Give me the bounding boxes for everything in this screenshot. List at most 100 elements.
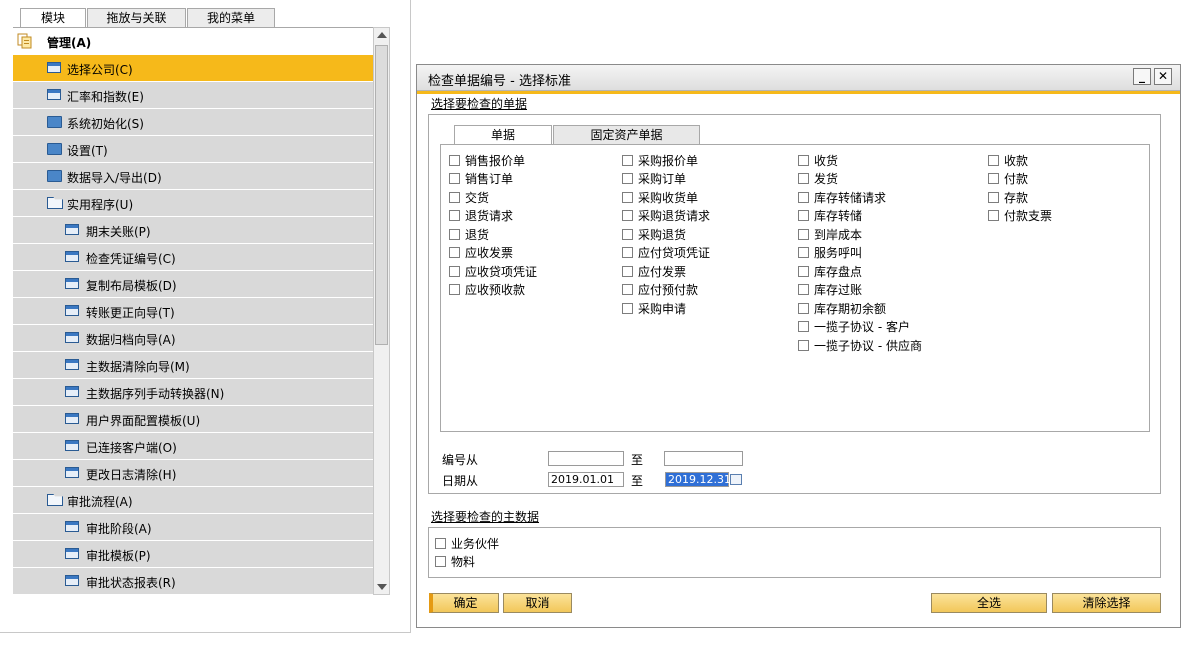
tree-item[interactable]: 审批状态报表(R) [13,568,373,595]
tree-item[interactable]: 数据归档向导(A) [13,325,373,352]
date-from-input[interactable]: 2019.01.01 [548,472,624,487]
cancel-button[interactable]: 取消 [503,593,572,613]
select-all-button[interactable]: 全选 [931,593,1047,613]
tree-item[interactable]: 实用程序(U) [13,190,373,217]
tree-item[interactable]: 主数据序列手动转换器(N) [13,379,373,406]
doc-type-checkbox[interactable]: 应付发票 [622,262,710,281]
scroll-up-icon[interactable] [377,32,387,38]
tree-item[interactable]: 主数据清除向导(M) [13,352,373,379]
tree-item[interactable]: 检查凭证编号(C) [13,244,373,271]
doc-type-checkbox[interactable]: 存款 [988,188,1052,207]
clear-selection-button[interactable]: 清除选择 [1052,593,1161,613]
checkbox-icon[interactable] [449,265,460,277]
checkbox-icon[interactable] [798,265,809,277]
tree-item[interactable]: 选择公司(C) [13,55,373,82]
doc-type-checkbox[interactable]: 一揽子协议 - 供应商 [798,336,922,355]
checkbox-icon[interactable] [449,173,460,185]
checkbox-icon[interactable] [798,302,809,314]
checkbox-icon[interactable] [622,228,633,240]
checkbox-icon[interactable] [988,210,999,222]
doc-type-checkbox[interactable]: 库存转储 [798,207,922,226]
doc-type-checkbox[interactable]: 收货 [798,151,922,170]
doc-type-checkbox[interactable]: 付款支票 [988,207,1052,226]
tree-item[interactable]: 转账更正向导(T) [13,298,373,325]
number-to-input[interactable] [664,451,743,466]
checkbox-icon[interactable] [449,284,460,296]
checkbox-icon[interactable] [798,191,809,203]
checkbox-icon[interactable] [622,210,633,222]
checkbox-icon[interactable] [449,247,460,259]
tab-drag-relate[interactable]: 拖放与关联 [87,8,186,28]
doc-type-checkbox[interactable]: 应付预付款 [622,281,710,300]
calendar-icon[interactable] [730,474,742,485]
dialog-titlebar[interactable]: 检查单据编号 - 选择标准 _ ✕ [417,65,1180,91]
tree-item[interactable]: 审批阶段(A) [13,514,373,541]
tab-modules[interactable]: 模块 [20,8,86,29]
doc-type-checkbox[interactable]: 应付贷项凭证 [622,244,710,263]
doc-type-checkbox[interactable]: 交货 [449,188,537,207]
checkbox-icon[interactable] [798,321,809,333]
doc-type-checkbox[interactable]: 库存盘点 [798,262,922,281]
tree-item[interactable]: 系统初始化(S) [13,109,373,136]
doc-type-checkbox[interactable]: 退货请求 [449,207,537,226]
tree-item[interactable]: 期末关账(P) [13,217,373,244]
checkbox-icon[interactable] [622,173,633,185]
doc-type-checkbox[interactable]: 服务呼叫 [798,244,922,263]
doc-type-checkbox[interactable]: 采购收货单 [622,188,710,207]
tree-item[interactable]: 已连接客户端(O) [13,433,373,460]
master-data-checkbox[interactable]: 物料 [435,553,499,572]
tree-item[interactable]: 设置(T) [13,136,373,163]
checkbox-icon[interactable] [798,154,809,166]
checkbox-icon[interactable] [622,284,633,296]
tree-item[interactable]: 用户界面配置模板(U) [13,406,373,433]
doc-type-checkbox[interactable]: 销售报价单 [449,151,537,170]
checkbox-icon[interactable] [988,191,999,203]
doc-type-checkbox[interactable]: 到岸成本 [798,225,922,244]
doc-type-checkbox[interactable]: 采购订单 [622,170,710,189]
scroll-thumb[interactable] [375,45,388,345]
doc-type-checkbox[interactable]: 收款 [988,151,1052,170]
checkbox-icon[interactable] [622,247,633,259]
doc-type-checkbox[interactable]: 发货 [798,170,922,189]
tree-item[interactable]: 管理(A) [13,28,373,55]
doc-type-checkbox[interactable]: 采购报价单 [622,151,710,170]
checkbox-icon[interactable] [622,265,633,277]
tree-item[interactable]: 更改日志清除(H) [13,460,373,487]
checkbox-icon[interactable] [449,210,460,222]
close-button[interactable]: ✕ [1154,68,1172,85]
doc-type-checkbox[interactable]: 库存期初余额 [798,299,922,318]
checkbox-icon[interactable] [449,191,460,203]
checkbox-icon[interactable] [798,173,809,185]
doc-type-checkbox[interactable]: 采购申请 [622,299,710,318]
tree-item[interactable]: 审批模板(P) [13,541,373,568]
date-to-input[interactable]: 2019.12.31 [665,472,731,487]
doc-type-checkbox[interactable]: 一揽子协议 - 客户 [798,318,922,337]
tree-item[interactable]: 复制布局模板(D) [13,271,373,298]
checkbox-icon[interactable] [798,284,809,296]
tab-documents[interactable]: 单据 [454,125,552,145]
doc-type-checkbox[interactable]: 付款 [988,170,1052,189]
tree-scrollbar[interactable] [373,27,390,595]
doc-type-checkbox[interactable]: 应收预收款 [449,281,537,300]
number-from-input[interactable] [548,451,624,466]
checkbox-icon[interactable] [798,339,809,351]
tree-item[interactable]: 数据导入/导出(D) [13,163,373,190]
checkbox-icon[interactable] [435,556,446,568]
master-data-checkbox[interactable]: 业务伙伴 [435,534,499,553]
checkbox-icon[interactable] [622,191,633,203]
minimize-button[interactable]: _ [1133,68,1151,85]
doc-type-checkbox[interactable]: 应收发票 [449,244,537,263]
ok-button[interactable]: 确定 [429,593,499,613]
tree-item[interactable]: 审批流程(A) [13,487,373,514]
checkbox-icon[interactable] [988,154,999,166]
checkbox-icon[interactable] [622,302,633,314]
doc-type-checkbox[interactable]: 库存转储请求 [798,188,922,207]
tab-fixed-asset-documents[interactable]: 固定资产单据 [553,125,700,144]
checkbox-icon[interactable] [449,154,460,166]
checkbox-icon[interactable] [622,154,633,166]
doc-type-checkbox[interactable]: 销售订单 [449,170,537,189]
checkbox-icon[interactable] [798,228,809,240]
checkbox-icon[interactable] [798,210,809,222]
checkbox-icon[interactable] [449,228,460,240]
doc-type-checkbox[interactable]: 采购退货请求 [622,207,710,226]
